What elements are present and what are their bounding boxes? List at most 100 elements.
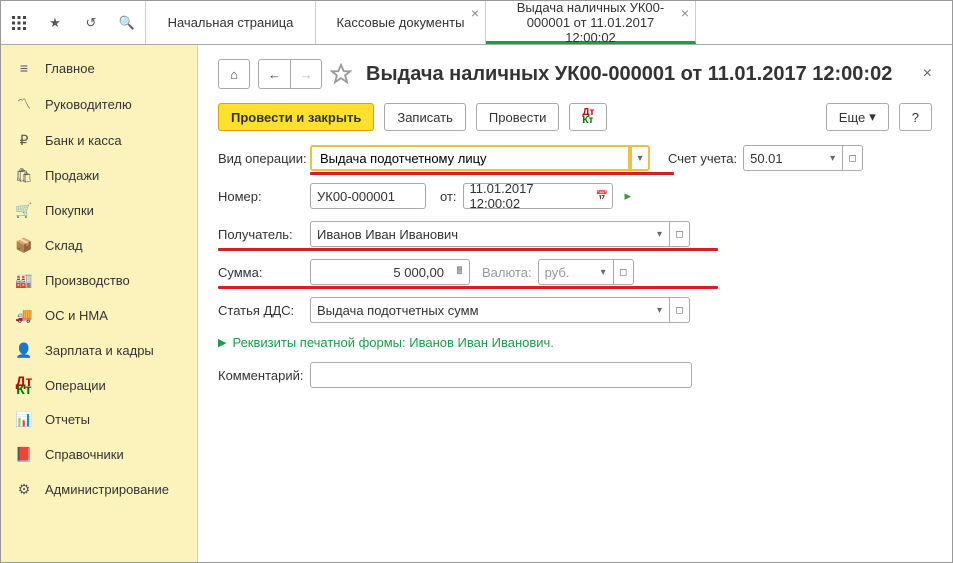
date-field[interactable]: 11.01.2017 12:00:02: [463, 183, 593, 209]
open-icon[interactable]: ◻: [843, 145, 863, 171]
open-icon[interactable]: ◻: [614, 259, 634, 285]
back-button[interactable]: ←: [258, 59, 290, 89]
apps-icon[interactable]: [1, 1, 37, 45]
sidebar-item-warehouse[interactable]: 📦Склад: [1, 228, 197, 263]
sidebar: ≡Главное 〽Руководителю ₽Банк и касса 🛍Пр…: [1, 45, 198, 562]
recipient-field[interactable]: Иванов Иван Иванович: [310, 221, 650, 247]
posted-flag-icon: ▸: [625, 188, 632, 204]
operation-type-field[interactable]: [310, 145, 630, 171]
sidebar-item-label: Справочники: [45, 447, 124, 462]
sidebar-item-admin[interactable]: ⚙ Администрирование: [1, 472, 197, 507]
menu-icon: ≡: [15, 60, 33, 76]
star-icon[interactable]: ★: [37, 1, 73, 45]
tab-cash-out[interactable]: Выдача наличных УК00-000001 от 11.01.201…: [486, 1, 696, 44]
print-details-text: Реквизиты печатной формы: Иванов Иван Ив…: [232, 335, 553, 350]
close-icon[interactable]: ×: [681, 5, 689, 21]
show-postings-button[interactable]: ДтКт: [569, 103, 607, 131]
box-icon: 📦: [15, 237, 33, 254]
tab-label: Начальная страница: [168, 15, 294, 30]
number-value: УК00-000001: [317, 189, 395, 204]
operation-type-input[interactable]: [318, 150, 622, 167]
open-icon[interactable]: ◻: [670, 297, 690, 323]
tab-cash-docs[interactable]: Кассовые документы ×: [316, 1, 486, 44]
dds-label: Статья ДДС:: [218, 303, 310, 318]
sidebar-item-label: Покупки: [45, 203, 94, 218]
sidebar-item-label: ОС и НМА: [45, 308, 108, 323]
amount-field[interactable]: 5 000,00: [310, 259, 450, 285]
dropdown-icon[interactable]: ▾: [823, 145, 843, 171]
dtkt-icon: ДтКт: [15, 377, 33, 393]
home-button[interactable]: ⌂: [218, 59, 250, 89]
amount-row: Сумма: 5 000,00 🖩 Валюта: руб. ▾ ◻: [218, 259, 718, 285]
search-icon[interactable]: 🔍: [109, 1, 145, 45]
book-icon: 📕: [15, 446, 33, 463]
calculator-icon[interactable]: 🖩: [450, 259, 470, 285]
sidebar-item-sales[interactable]: 🛍Продажи: [1, 158, 197, 193]
dds-value: Выдача подотчетных сумм: [317, 303, 479, 318]
sidebar-item-label: Операции: [45, 378, 106, 393]
amount-label: Сумма:: [218, 265, 310, 280]
open-icon[interactable]: ◻: [670, 221, 690, 247]
sidebar-item-main[interactable]: ≡Главное: [1, 51, 197, 85]
sidebar-item-label: Отчеты: [45, 412, 90, 427]
dds-field[interactable]: Выдача подотчетных сумм: [310, 297, 650, 323]
sidebar-item-label: Администрирование: [45, 482, 169, 497]
tab-home[interactable]: Начальная страница: [146, 1, 316, 44]
dropdown-icon[interactable]: ▾: [630, 145, 650, 171]
sidebar-item-bank[interactable]: ₽Банк и касса: [1, 123, 197, 158]
comment-field[interactable]: [310, 362, 692, 388]
number-field[interactable]: УК00-000001: [310, 183, 426, 209]
from-label: от:: [440, 189, 457, 204]
more-button[interactable]: Еще: [826, 103, 889, 131]
sidebar-item-purchases[interactable]: 🛒Покупки: [1, 193, 197, 228]
amount-value: 5 000,00: [393, 265, 444, 280]
dropdown-icon[interactable]: ▾: [650, 297, 670, 323]
content: ⌂ ← → Выдача наличных УК00-000001 от 11.…: [198, 45, 952, 562]
close-icon[interactable]: ×: [471, 5, 479, 21]
sidebar-item-reports[interactable]: 📊 Отчеты: [1, 402, 197, 437]
header-row: ⌂ ← → Выдача наличных УК00-000001 от 11.…: [218, 59, 932, 89]
history-icon[interactable]: ↺: [73, 1, 109, 45]
page-title: Выдача наличных УК00-000001 от 11.01.201…: [366, 63, 892, 86]
help-button[interactable]: ?: [899, 103, 932, 131]
person-icon: 👤: [15, 342, 33, 359]
sidebar-item-label: Зарплата и кадры: [45, 343, 154, 358]
gear-icon: ⚙: [15, 481, 33, 498]
write-button[interactable]: Записать: [384, 103, 466, 131]
operation-row: Вид операции: ▾ Счет учета: 50.01 ▾ ◻: [218, 145, 928, 171]
recipient-value: Иванов Иван Иванович: [317, 227, 458, 242]
account-value: 50.01: [750, 151, 783, 166]
tabs: Начальная страница Кассовые документы × В…: [146, 1, 952, 44]
sidebar-item-manager[interactable]: 〽Руководителю: [1, 85, 197, 123]
number-row: Номер: УК00-000001 от: 11.01.2017 12:00:…: [218, 183, 932, 209]
comment-label: Комментарий:: [218, 368, 310, 383]
print-details-link[interactable]: ▶ Реквизиты печатной формы: Иванов Иван …: [218, 335, 932, 350]
sidebar-item-operations[interactable]: ДтКт Операции: [1, 368, 197, 402]
calendar-icon[interactable]: 📅: [593, 183, 613, 209]
favorite-icon[interactable]: [330, 63, 352, 85]
tab-label: Выдача наличных УК00-000001 от 11.01.201…: [500, 0, 681, 45]
sidebar-item-production[interactable]: 🏭Производство: [1, 263, 197, 298]
account-field[interactable]: 50.01: [743, 145, 823, 171]
sidebar-item-label: Производство: [45, 273, 130, 288]
currency-field[interactable]: руб.: [538, 259, 594, 285]
truck-icon: 🚚: [15, 307, 33, 324]
dropdown-icon[interactable]: ▾: [650, 221, 670, 247]
topbar: ★ ↺ 🔍 Начальная страница Кассовые докуме…: [1, 1, 952, 45]
bag-icon: 🛍: [15, 167, 33, 184]
forward-button[interactable]: →: [290, 59, 322, 89]
close-document-button[interactable]: ×: [923, 65, 932, 83]
comment-input[interactable]: [317, 367, 685, 384]
dds-row: Статья ДДС: Выдача подотчетных сумм ▾ ◻: [218, 297, 932, 323]
bars-icon: 📊: [15, 411, 33, 428]
tab-label: Кассовые документы: [337, 15, 465, 30]
sidebar-item-assets[interactable]: 🚚 ОС и НМА: [1, 298, 197, 333]
dropdown-icon[interactable]: ▾: [594, 259, 614, 285]
sidebar-item-catalogs[interactable]: 📕 Справочники: [1, 437, 197, 472]
comment-row: Комментарий:: [218, 362, 932, 388]
sidebar-item-hr[interactable]: 👤 Зарплата и кадры: [1, 333, 197, 368]
post-button[interactable]: Провести: [476, 103, 560, 131]
ruble-icon: ₽: [15, 132, 33, 149]
chart-icon: 〽: [15, 94, 33, 114]
post-and-close-button[interactable]: Провести и закрыть: [218, 103, 374, 131]
